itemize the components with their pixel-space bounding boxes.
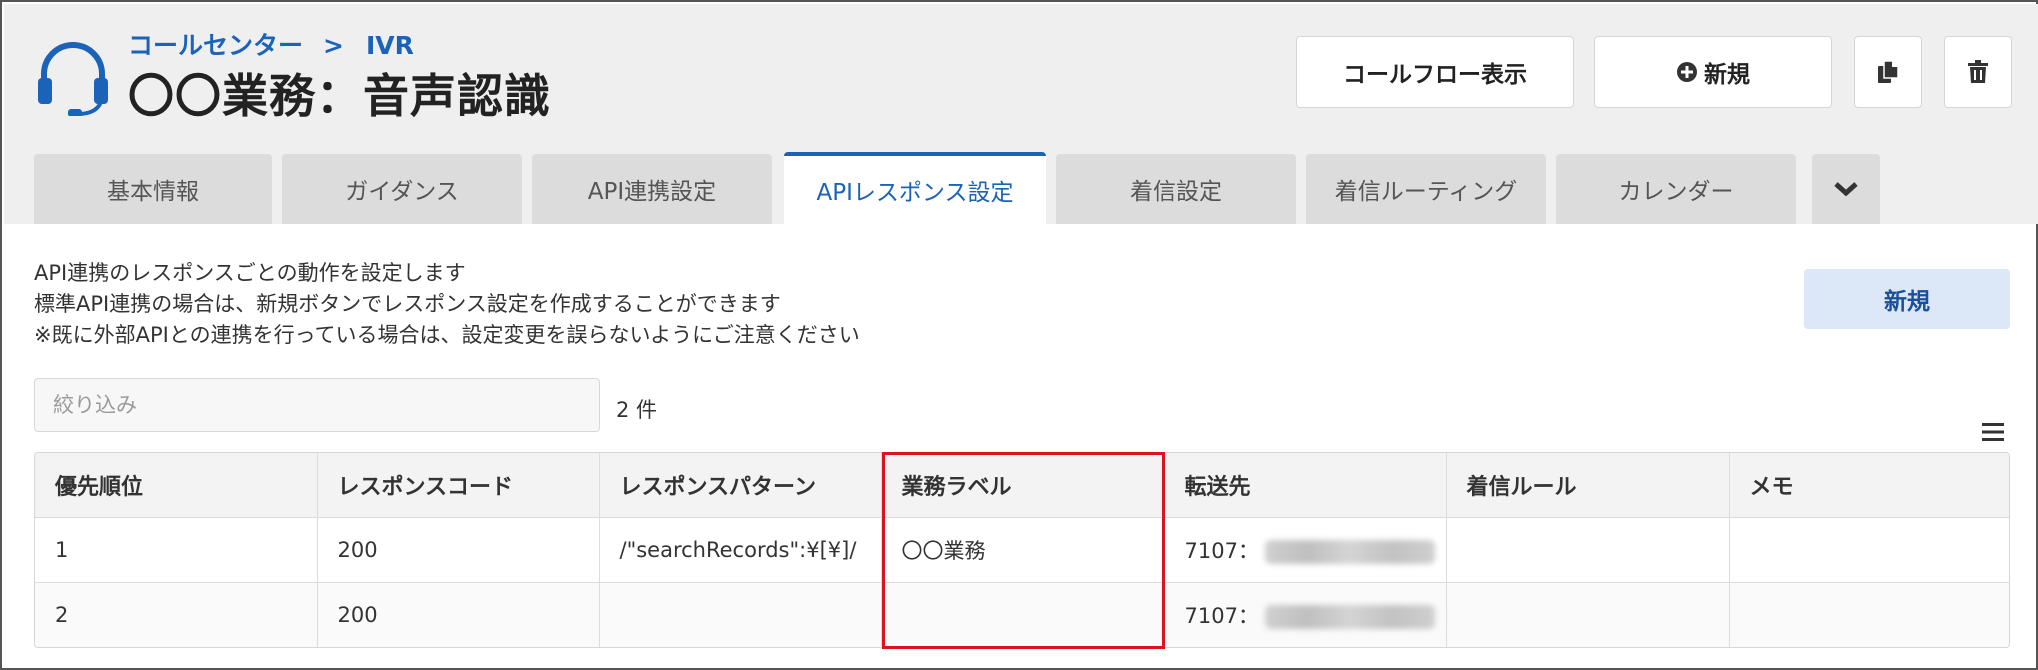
header-new-button[interactable]: 新規: [1594, 36, 1832, 108]
column-header[interactable]: レスポンスコード: [317, 453, 600, 517]
redacted-text: [1264, 604, 1435, 629]
pattern-cell: [599, 582, 882, 647]
app-frame: コールセンター > IVR 〇〇業務：音声認識 コールフロー表示 新規 基本情報 ガ…: [0, 0, 2038, 670]
call-flow-button[interactable]: コールフロー表示: [1296, 36, 1574, 108]
new-response-button[interactable]: 新規: [1804, 269, 2010, 329]
transfer-cell: 7107：: [1164, 582, 1447, 647]
tab-guidance[interactable]: ガイダンス: [282, 154, 522, 224]
tab-api-response[interactable]: APIレスポンス設定: [784, 152, 1046, 224]
tab-calendar[interactable]: カレンダー: [1556, 154, 1796, 224]
breadcrumb-separator: >: [323, 31, 344, 60]
result-count: 2 件: [616, 398, 658, 422]
memo-cell: [1729, 517, 2009, 582]
trash-icon: [1968, 60, 1988, 83]
menu-icon[interactable]: [1982, 423, 2004, 441]
plus-circle-icon: [1677, 62, 1697, 82]
copy-button[interactable]: [1854, 36, 1922, 108]
transfer-value: 7107：: [1184, 538, 1259, 563]
tab-incoming-settings[interactable]: 着信設定: [1056, 154, 1296, 224]
breadcrumb-parent-link[interactable]: コールセンター: [128, 26, 303, 62]
header-new-button-label: 新規: [1704, 62, 1750, 88]
description-line: API連携のレスポンスごとの動作を設定します: [34, 261, 466, 285]
memo-cell: [1729, 582, 2009, 647]
description: API連携のレスポンスごとの動作を設定します 標準API連携の場合は、新規ボタン…: [34, 258, 860, 351]
column-header[interactable]: 着信ルール: [1446, 453, 1730, 517]
tab-incoming-routing[interactable]: 着信ルーティング: [1306, 154, 1546, 224]
priority-cell: 2: [35, 582, 318, 647]
column-header[interactable]: メモ: [1729, 453, 2009, 517]
code-cell: 200: [317, 517, 600, 582]
column-header[interactable]: レスポンスパターン: [599, 453, 882, 517]
copy-icon: [1878, 60, 1899, 83]
filter-input[interactable]: [34, 378, 600, 432]
transfer-value: 7107：: [1184, 603, 1259, 628]
highlight-box: [882, 452, 1165, 649]
breadcrumb-current[interactable]: IVR: [366, 31, 414, 60]
delete-button[interactable]: [1944, 36, 2012, 108]
description-line: 標準API連携の場合は、新規ボタンでレスポンス設定を作成することができます: [34, 292, 781, 316]
tab-more-button[interactable]: [1812, 154, 1880, 224]
headset-icon: [38, 42, 108, 116]
tab-api-integration[interactable]: API連携設定: [532, 154, 772, 224]
column-header[interactable]: 転送先: [1164, 453, 1447, 517]
priority-cell: 1: [35, 517, 318, 582]
rule-cell: [1446, 517, 1730, 582]
code-cell: 200: [317, 582, 600, 647]
call-flow-button-label: コールフロー表示: [1343, 62, 1527, 88]
redacted-text: [1264, 539, 1435, 564]
pattern-cell: /"searchRecords":¥[¥]/: [599, 517, 882, 582]
description-line: ※既に外部APIとの連携を行っている場合は、設定変更を誤らないようにご注意くださ…: [34, 323, 860, 347]
breadcrumb: コールセンター > IVR: [128, 26, 414, 62]
rule-cell: [1446, 582, 1730, 647]
transfer-cell: 7107：: [1164, 517, 1447, 582]
page-title: 〇〇業務：音声認識: [128, 69, 551, 123]
tab-basic-info[interactable]: 基本情報: [34, 154, 272, 224]
column-header[interactable]: 優先順位: [35, 453, 318, 517]
chevron-down-icon: [1834, 182, 1858, 197]
